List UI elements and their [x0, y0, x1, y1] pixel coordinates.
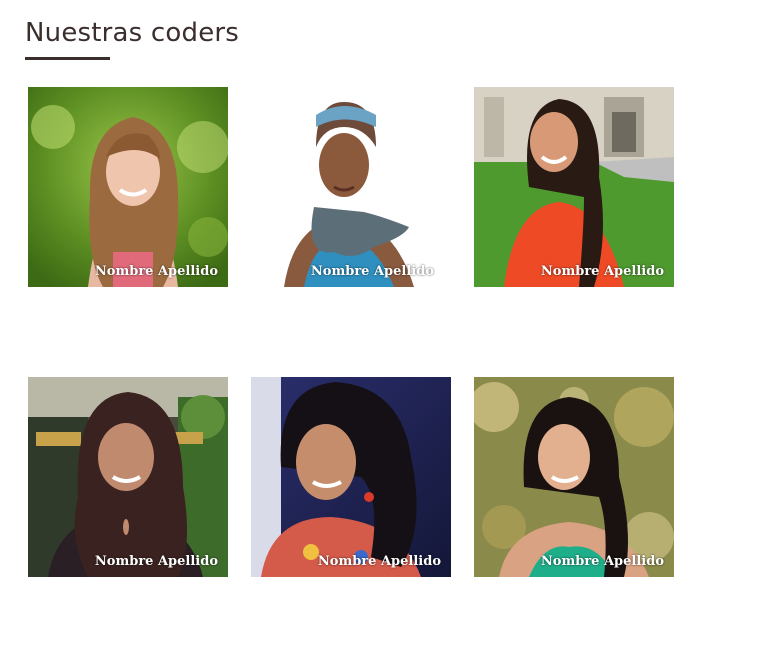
- coder-card[interactable]: Nombre Apellido: [28, 377, 228, 577]
- coder-name: Nombre Apellido: [540, 264, 664, 279]
- coder-photo: [28, 87, 228, 287]
- coder-photo: [474, 377, 674, 577]
- coder-photo: [251, 377, 451, 577]
- title-underline: [25, 57, 110, 60]
- coder-name: Nombre Apellido: [94, 264, 218, 279]
- coder-photo: [474, 87, 674, 287]
- coder-name: Nombre Apellido: [94, 554, 218, 569]
- coder-card[interactable]: Nombre Apellido: [28, 87, 228, 287]
- coder-card[interactable]: Nombre Apellido: [474, 87, 674, 287]
- coder-photo: [28, 377, 228, 577]
- coder-card[interactable]: Nombre Apellido: [474, 377, 674, 577]
- coder-card[interactable]: Nombre Apellido: [244, 87, 444, 287]
- coder-name: Nombre Apellido: [540, 554, 664, 569]
- coder-photo: [244, 87, 444, 287]
- section-title: Nuestras coders: [25, 18, 240, 48]
- coder-name: Nombre Apellido: [310, 264, 434, 279]
- coder-name: Nombre Apellido: [317, 554, 441, 569]
- coder-card[interactable]: Nombre Apellido: [251, 377, 451, 577]
